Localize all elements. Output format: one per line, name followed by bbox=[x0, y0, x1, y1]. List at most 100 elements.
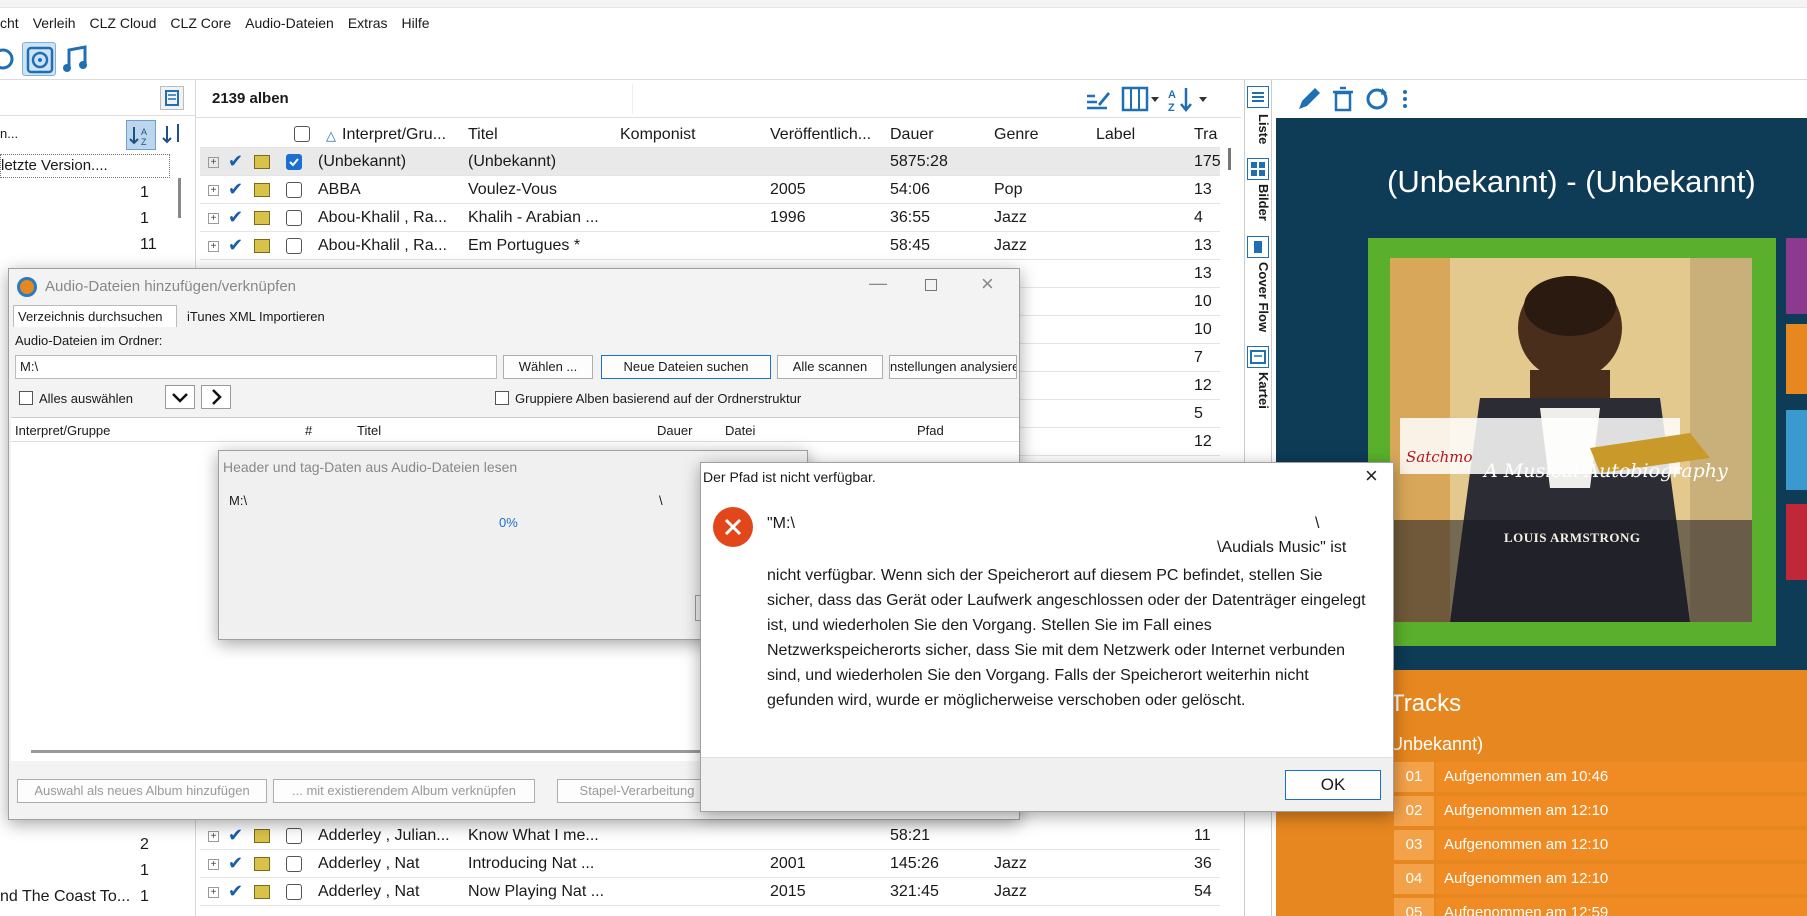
menu-verleih[interactable]: Verleih bbox=[33, 15, 76, 31]
col-duration[interactable]: Dauer bbox=[657, 423, 692, 438]
tab-kartei[interactable]: Kartei bbox=[1247, 372, 1271, 422]
chevron-down-icon[interactable] bbox=[165, 385, 195, 409]
close-icon[interactable]: × bbox=[1365, 463, 1378, 489]
table-row[interactable]: + ✔ ABBA Voulez-Vous 2005 54:06 Pop 13 bbox=[200, 176, 1220, 204]
expand-icon[interactable]: + bbox=[208, 831, 219, 842]
cloud-icon[interactable] bbox=[0, 42, 20, 76]
trash-icon[interactable] bbox=[1328, 84, 1358, 114]
batch-processing-button[interactable]: Stapel-Verarbeitung bbox=[557, 779, 717, 803]
grid-view-icon[interactable] bbox=[1247, 158, 1269, 180]
cell-tracks: 10 bbox=[1194, 293, 1212, 310]
table-row[interactable]: + ✔ (Unbekannt) (Unbekannt) 5875:28 175 bbox=[200, 148, 1221, 176]
row-checkbox[interactable] bbox=[286, 884, 302, 900]
more-options-icon[interactable] bbox=[1398, 86, 1412, 112]
tab-directory-scan[interactable]: Verzeichnis durchsuchen bbox=[13, 305, 177, 327]
row-checkbox[interactable] bbox=[286, 828, 302, 844]
row-checkbox[interactable] bbox=[286, 210, 302, 226]
add-as-new-album-button[interactable]: Auswahl als neues Album hinzufügen bbox=[17, 779, 267, 803]
minimize-icon[interactable]: — bbox=[869, 273, 887, 294]
table-row[interactable]: + ✔ Adderley , Nat Introducing Nat ... 2… bbox=[200, 850, 1220, 878]
folder-path-input[interactable]: M:\ bbox=[15, 355, 497, 379]
scan-all-button[interactable]: Alle scannen bbox=[777, 355, 883, 379]
col-tracks[interactable]: Tra bbox=[1194, 126, 1224, 144]
row-checkbox[interactable] bbox=[286, 154, 302, 170]
group-by-folder-checkbox[interactable] bbox=[495, 391, 509, 405]
menu-ansicht[interactable]: cht bbox=[0, 15, 19, 31]
tab-liste[interactable]: Liste bbox=[1247, 114, 1271, 154]
refresh-icon[interactable] bbox=[1362, 84, 1392, 114]
col-released[interactable]: Veröffentlich... bbox=[770, 126, 885, 144]
col-number[interactable]: # bbox=[305, 423, 312, 438]
menu-clz-core[interactable]: CLZ Core bbox=[170, 15, 231, 31]
sort-desc-icon[interactable] bbox=[160, 120, 190, 150]
cover-artist-name: LOUIS ARMSTRONG bbox=[1504, 530, 1641, 545]
menu-clz-cloud[interactable]: CLZ Cloud bbox=[90, 15, 157, 31]
row-checkbox[interactable] bbox=[286, 238, 302, 254]
menu-audio-dateien[interactable]: Audio-Dateien bbox=[245, 15, 334, 31]
col-artist[interactable]: Interpret/Gruppe bbox=[15, 423, 110, 438]
track-row[interactable]: 05 Aufgenommen am 12:59 bbox=[1394, 898, 1807, 916]
card-view-icon[interactable] bbox=[1247, 346, 1269, 368]
list-view-icon[interactable] bbox=[160, 86, 184, 110]
track-row[interactable]: 01 Aufgenommen am 10:46 bbox=[1394, 762, 1807, 792]
col-artist[interactable]: Interpret/Gru... bbox=[342, 126, 462, 144]
row-checkbox[interactable] bbox=[286, 856, 302, 872]
col-file[interactable]: Datei bbox=[725, 423, 755, 438]
col-path[interactable]: Pfad bbox=[917, 423, 944, 438]
sort-asc-icon[interactable]: AZ bbox=[126, 120, 156, 150]
table-row[interactable]: + ✔ Abou-Khalil , Ra... Em Portugues * 5… bbox=[200, 232, 1220, 260]
edit-columns-icon[interactable] bbox=[1082, 84, 1112, 114]
maximize-icon[interactable] bbox=[925, 279, 937, 291]
cd-icon[interactable] bbox=[22, 42, 56, 76]
chevron-right-icon[interactable] bbox=[201, 385, 231, 409]
menu-extras[interactable]: Extras bbox=[348, 15, 388, 31]
col-title[interactable]: Titel bbox=[357, 423, 381, 438]
album-cover-image[interactable] bbox=[1390, 258, 1752, 622]
col-composer[interactable]: Komponist bbox=[620, 126, 740, 144]
table-row[interactable]: + ✔ Adderley , Julian... Know What I me.… bbox=[200, 822, 1220, 850]
left-scrollbar-thumb[interactable] bbox=[178, 178, 181, 218]
left-search-field[interactable]: n... bbox=[0, 122, 120, 146]
cover-flow-icon[interactable] bbox=[1247, 236, 1269, 258]
ok-button[interactable]: OK bbox=[1285, 770, 1381, 800]
left-list-item-version[interactable]: letzte Version.... bbox=[0, 154, 170, 178]
left-count: 1 bbox=[140, 888, 149, 905]
choose-folder-button[interactable]: Wählen ... bbox=[503, 355, 593, 379]
col-title[interactable]: Titel bbox=[468, 126, 588, 144]
track-row[interactable]: 04 Aufgenommen am 12:10 bbox=[1394, 864, 1807, 894]
select-all-checkbox[interactable] bbox=[19, 391, 33, 405]
tab-cover-flow[interactable]: Cover Flow bbox=[1247, 262, 1271, 342]
link-existing-album-button[interactable]: ... mit existierendem Album verknüpfen bbox=[273, 779, 535, 803]
expand-icon[interactable]: + bbox=[208, 859, 219, 870]
column-layout-icon[interactable] bbox=[1120, 84, 1160, 114]
close-icon[interactable]: × bbox=[981, 271, 994, 297]
expand-icon[interactable]: + bbox=[208, 241, 219, 252]
music-note-icon[interactable] bbox=[58, 42, 92, 76]
list-search-input[interactable] bbox=[632, 84, 1072, 114]
table-row[interactable]: + ✔ Abou-Khalil , Ra... Khalih - Arabian… bbox=[200, 204, 1220, 232]
select-all-checkbox[interactable] bbox=[294, 126, 310, 142]
sort-order-icon[interactable]: AZ bbox=[1166, 84, 1214, 114]
expand-icon[interactable]: + bbox=[208, 185, 219, 196]
col-duration[interactable]: Dauer bbox=[890, 126, 980, 144]
tab-itunes-import[interactable]: iTunes XML Importieren bbox=[181, 306, 351, 327]
col-label[interactable]: Label bbox=[1096, 126, 1186, 144]
expand-icon[interactable]: + bbox=[208, 887, 219, 898]
analyze-settings-button[interactable]: nstellungen analysiere bbox=[889, 355, 1017, 379]
edit-pencil-icon[interactable] bbox=[1294, 84, 1324, 114]
left-list-item-label[interactable]: nd The Coast To... bbox=[0, 888, 136, 906]
menu-hilfe[interactable]: Hilfe bbox=[402, 15, 430, 31]
cell-title: (Unbekannt) bbox=[468, 153, 557, 170]
table-row[interactable]: + ✔ Adderley , Nat Now Playing Nat ... 2… bbox=[200, 878, 1220, 906]
search-new-files-button[interactable]: Neue Dateien suchen bbox=[601, 355, 771, 379]
track-row[interactable]: 03 Aufgenommen am 12:10 bbox=[1394, 830, 1807, 860]
col-genre[interactable]: Genre bbox=[994, 126, 1084, 144]
grid-scrollbar-thumb[interactable] bbox=[1228, 148, 1231, 170]
expand-icon[interactable]: + bbox=[208, 213, 219, 224]
list-view-icon[interactable] bbox=[1247, 86, 1269, 108]
expand-icon[interactable]: + bbox=[208, 157, 219, 168]
track-row[interactable]: 02 Aufgenommen am 12:10 bbox=[1394, 796, 1807, 826]
cell-tracks: 4 bbox=[1194, 209, 1203, 226]
row-checkbox[interactable] bbox=[286, 182, 302, 198]
tab-bilder[interactable]: Bilder bbox=[1247, 184, 1271, 234]
